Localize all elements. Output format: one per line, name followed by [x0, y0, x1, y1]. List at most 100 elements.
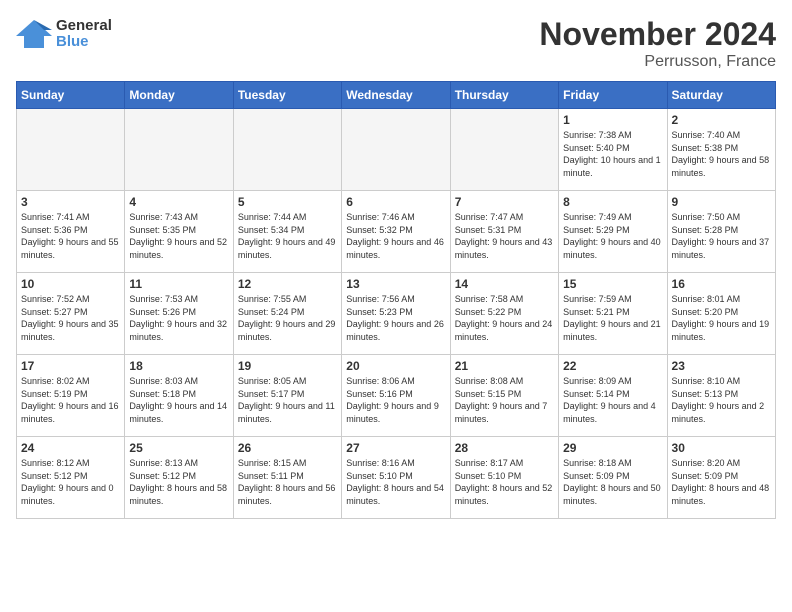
day-detail: Sunrise: 8:15 AM Sunset: 5:11 PM Dayligh… — [238, 457, 337, 507]
day-number: 1 — [563, 113, 662, 127]
day-number: 10 — [21, 277, 120, 291]
day-number: 30 — [672, 441, 771, 455]
calendar-cell-w0d6: 2Sunrise: 7:40 AM Sunset: 5:38 PM Daylig… — [667, 109, 775, 191]
calendar-cell-w2d2: 12 Sunrise: 7:55 AM Sunset: 5:24 PM Dayli… — [233, 273, 341, 355]
day-detail: Sunrise: 7:47 AM Sunset: 5:31 PM Dayligh… — [455, 211, 554, 261]
day-detail: Sunrise: 8:18 AM Sunset: 5:09 PM Dayligh… — [563, 457, 662, 507]
day-number: 14 — [455, 277, 554, 291]
calendar-cell-w3d3: 20Sunrise: 8:06 AM Sunset: 5:16 PM Dayli… — [342, 355, 450, 437]
day-detail: Sunrise: 8:01 AM Sunset: 5:20 PM Dayligh… — [672, 293, 771, 343]
day-detail: Sunrise: 7:52 AM Sunset: 5:27 PM Dayligh… — [21, 293, 120, 343]
calendar-cell-w1d6: 9 Sunrise: 7:50 AM Sunset: 5:28 PM Daylig… — [667, 191, 775, 273]
calendar-cell-w1d0: 3 Sunrise: 7:41 AM Sunset: 5:36 PM Daylig… — [17, 191, 125, 273]
header-monday: Monday — [125, 82, 233, 109]
calendar-cell-w3d1: 18 Sunrise: 8:03 AM Sunset: 5:18 PM Dayli… — [125, 355, 233, 437]
calendar-cell-w4d0: 24 Sunrise: 8:12 AM Sunset: 5:12 PM Dayli… — [17, 437, 125, 519]
week-row-4: 24 Sunrise: 8:12 AM Sunset: 5:12 PM Dayli… — [17, 437, 776, 519]
day-number: 16 — [672, 277, 771, 291]
day-number: 17 — [21, 359, 120, 373]
calendar-cell-w0d0 — [17, 109, 125, 191]
calendar-cell-w4d5: 29 Sunrise: 8:18 AM Sunset: 5:09 PM Dayli… — [559, 437, 667, 519]
day-detail: Sunrise: 8:20 AM Sunset: 5:09 PM Dayligh… — [672, 457, 771, 507]
day-detail: Sunrise: 7:58 AM Sunset: 5:22 PM Dayligh… — [455, 293, 554, 343]
day-number: 20 — [346, 359, 445, 373]
day-number: 29 — [563, 441, 662, 455]
day-number: 8 — [563, 195, 662, 209]
calendar-cell-w0d5: 1 Sunrise: 7:38 AM Sunset: 5:40 PM Daylig… — [559, 109, 667, 191]
calendar-cell-w1d5: 8 Sunrise: 7:49 AM Sunset: 5:29 PM Daylig… — [559, 191, 667, 273]
day-number: 13 — [346, 277, 445, 291]
day-detail: Sunrise: 8:12 AM Sunset: 5:12 PM Dayligh… — [21, 457, 120, 507]
day-number: 3 — [21, 195, 120, 209]
day-number: 9 — [672, 195, 771, 209]
day-number: 5 — [238, 195, 337, 209]
calendar-cell-w1d1: 4 Sunrise: 7:43 AM Sunset: 5:35 PM Daylig… — [125, 191, 233, 273]
day-number: 12 — [238, 277, 337, 291]
header-friday: Friday — [559, 82, 667, 109]
day-detail: Sunrise: 7:56 AM Sunset: 5:23 PM Dayligh… — [346, 293, 445, 343]
location-title: Perrusson, France — [539, 53, 776, 71]
week-row-3: 17 Sunrise: 8:02 AM Sunset: 5:19 PM Dayli… — [17, 355, 776, 437]
calendar-cell-w0d4 — [450, 109, 558, 191]
day-detail: Sunrise: 7:53 AM Sunset: 5:26 PM Dayligh… — [129, 293, 228, 343]
calendar-cell-w1d3: 6 Sunrise: 7:46 AM Sunset: 5:32 PM Daylig… — [342, 191, 450, 273]
day-number: 11 — [129, 277, 228, 291]
day-number: 19 — [238, 359, 337, 373]
calendar-cell-w3d6: 23Sunrise: 8:10 AM Sunset: 5:13 PM Dayli… — [667, 355, 775, 437]
day-detail: Sunrise: 8:08 AM Sunset: 5:15 PM Dayligh… — [455, 375, 554, 425]
day-detail: Sunrise: 8:17 AM Sunset: 5:10 PM Dayligh… — [455, 457, 554, 507]
title-block: November 2024 Perrusson, France — [539, 16, 776, 71]
day-detail: Sunrise: 8:09 AM Sunset: 5:14 PM Dayligh… — [563, 375, 662, 425]
calendar-cell-w2d1: 11 Sunrise: 7:53 AM Sunset: 5:26 PM Dayli… — [125, 273, 233, 355]
day-detail: Sunrise: 7:50 AM Sunset: 5:28 PM Dayligh… — [672, 211, 771, 261]
logo-bird-icon — [16, 16, 52, 52]
calendar-cell-w3d2: 19 Sunrise: 8:05 AM Sunset: 5:17 PM Dayli… — [233, 355, 341, 437]
day-detail: Sunrise: 8:16 AM Sunset: 5:10 PM Dayligh… — [346, 457, 445, 507]
day-detail: Sunrise: 8:13 AM Sunset: 5:12 PM Dayligh… — [129, 457, 228, 507]
day-number: 2 — [672, 113, 771, 127]
day-number: 28 — [455, 441, 554, 455]
calendar-cell-w4d6: 30 Sunrise: 8:20 AM Sunset: 5:09 PM Dayli… — [667, 437, 775, 519]
day-number: 15 — [563, 277, 662, 291]
day-number: 24 — [21, 441, 120, 455]
header-saturday: Saturday — [667, 82, 775, 109]
day-number: 6 — [346, 195, 445, 209]
calendar-cell-w4d2: 26Sunrise: 8:15 AM Sunset: 5:11 PM Dayli… — [233, 437, 341, 519]
day-detail: Sunrise: 8:02 AM Sunset: 5:19 PM Dayligh… — [21, 375, 120, 425]
header-wednesday: Wednesday — [342, 82, 450, 109]
logo: General Blue — [16, 16, 112, 52]
day-number: 4 — [129, 195, 228, 209]
calendar-cell-w4d4: 28 Sunrise: 8:17 AM Sunset: 5:10 PM Dayli… — [450, 437, 558, 519]
header-row: Sunday Monday Tuesday Wednesday Thursday… — [17, 82, 776, 109]
day-number: 7 — [455, 195, 554, 209]
header-sunday: Sunday — [17, 82, 125, 109]
header: General Blue November 2024 Perrusson, Fr… — [16, 16, 776, 71]
calendar-cell-w3d5: 22Sunrise: 8:09 AM Sunset: 5:14 PM Dayli… — [559, 355, 667, 437]
month-title: November 2024 — [539, 16, 776, 53]
calendar-cell-w4d3: 27 Sunrise: 8:16 AM Sunset: 5:10 PM Dayli… — [342, 437, 450, 519]
day-number: 27 — [346, 441, 445, 455]
calendar-cell-w0d3 — [342, 109, 450, 191]
day-detail: Sunrise: 7:59 AM Sunset: 5:21 PM Dayligh… — [563, 293, 662, 343]
calendar-cell-w2d0: 10 Sunrise: 7:52 AM Sunset: 5:27 PM Dayli… — [17, 273, 125, 355]
day-detail: Sunrise: 8:05 AM Sunset: 5:17 PM Dayligh… — [238, 375, 337, 425]
calendar-cell-w1d4: 7 Sunrise: 7:47 AM Sunset: 5:31 PM Daylig… — [450, 191, 558, 273]
header-tuesday: Tuesday — [233, 82, 341, 109]
calendar-cell-w2d3: 13 Sunrise: 7:56 AM Sunset: 5:23 PM Dayli… — [342, 273, 450, 355]
calendar-cell-w4d1: 25 Sunrise: 8:13 AM Sunset: 5:12 PM Dayli… — [125, 437, 233, 519]
logo-general: General — [56, 18, 112, 35]
day-detail: Sunrise: 7:46 AM Sunset: 5:32 PM Dayligh… — [346, 211, 445, 261]
day-detail: Sunrise: 7:38 AM Sunset: 5:40 PM Dayligh… — [563, 129, 662, 179]
calendar-cell-w2d5: 15 Sunrise: 7:59 AM Sunset: 5:21 PM Dayli… — [559, 273, 667, 355]
calendar-table: Sunday Monday Tuesday Wednesday Thursday… — [16, 81, 776, 519]
day-detail: Sunrise: 7:49 AM Sunset: 5:29 PM Dayligh… — [563, 211, 662, 261]
day-detail: Sunrise: 7:55 AM Sunset: 5:24 PM Dayligh… — [238, 293, 337, 343]
day-detail: Sunrise: 7:43 AM Sunset: 5:35 PM Dayligh… — [129, 211, 228, 261]
week-row-1: 3 Sunrise: 7:41 AM Sunset: 5:36 PM Daylig… — [17, 191, 776, 273]
day-detail: Sunrise: 7:41 AM Sunset: 5:36 PM Dayligh… — [21, 211, 120, 261]
day-number: 21 — [455, 359, 554, 373]
day-number: 25 — [129, 441, 228, 455]
day-detail: Sunrise: 8:03 AM Sunset: 5:18 PM Dayligh… — [129, 375, 228, 425]
day-number: 18 — [129, 359, 228, 373]
day-detail: Sunrise: 7:44 AM Sunset: 5:34 PM Dayligh… — [238, 211, 337, 261]
